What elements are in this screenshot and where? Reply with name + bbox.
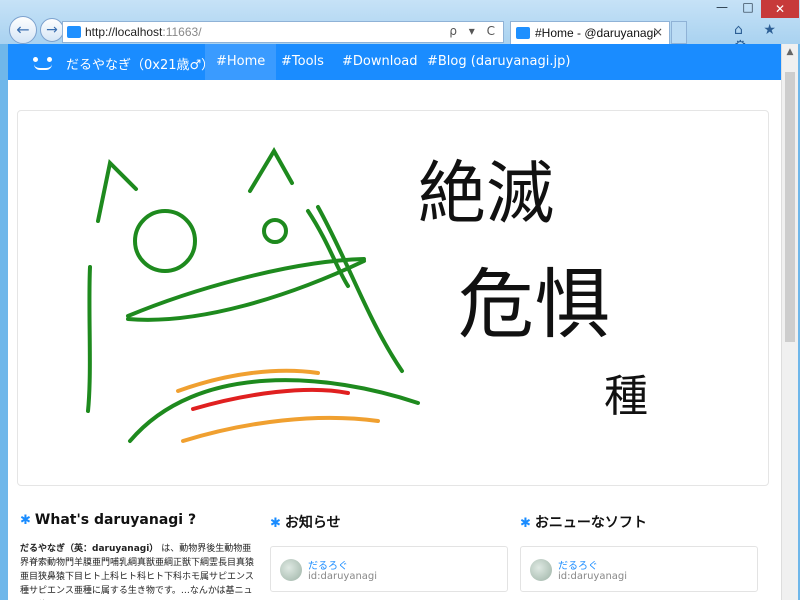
- scroll-up-icon[interactable]: ▲: [782, 44, 798, 60]
- minimize-button[interactable]: —: [709, 0, 735, 18]
- url-port: :11663/: [162, 25, 202, 39]
- brand-logo-icon[interactable]: [30, 52, 56, 72]
- back-button[interactable]: ←: [9, 16, 37, 44]
- nav-home[interactable]: #Home: [205, 44, 277, 80]
- column-title: ✱ What's daruyanagi ?: [20, 512, 197, 528]
- hero-drawing: 絶滅 危惧 種: [86, 147, 648, 443]
- news-card[interactable]: だるろぐ id:daruyanagi: [270, 546, 508, 592]
- url-text[interactable]: http://localhost:11663/: [85, 25, 202, 39]
- site-navbar: だるやなぎ（0x21歳♂） #Home #Tools #Download #Bl…: [8, 44, 781, 80]
- about-text: だるやなぎ（英：daruyanagi） は、動物界後生動物亜界脊索動物門羊膜亜門…: [20, 544, 255, 596]
- tab-close-icon[interactable]: ×: [653, 25, 663, 39]
- card-id: id:daruyanagi: [308, 571, 378, 582]
- asterisk-icon: ✱: [520, 516, 531, 531]
- column-title: ✱ お知らせ: [270, 515, 341, 531]
- brand-name[interactable]: だるやなぎ（0x21歳♂）: [66, 54, 214, 73]
- url-host: http://localhost: [85, 25, 163, 39]
- tab-title: #Home - @daruyanagi: [535, 26, 656, 40]
- address-tools-icon[interactable]: ρ ▾ C: [449, 24, 499, 38]
- browser-tab[interactable]: #Home - @daruyanagi ×: [510, 21, 670, 44]
- avatar[interactable]: [280, 559, 302, 581]
- asterisk-icon: ✱: [270, 516, 281, 531]
- nav-tools[interactable]: #Tools: [270, 44, 335, 80]
- forward-button[interactable]: →: [40, 18, 64, 42]
- asterisk-icon: ✱: [20, 513, 31, 528]
- hero-text-2: 危惧: [458, 260, 610, 349]
- maximize-button[interactable]: □: [735, 0, 761, 18]
- hero-text-3: 種: [604, 371, 648, 422]
- page-viewport: だるやなぎ（0x21歳♂） #Home #Tools #Download #Bl…: [8, 44, 781, 600]
- column-about: ✱ What's daruyanagi ? だるやなぎ（英：daruyanagi）…: [20, 512, 258, 600]
- column-news: ✱ お知らせ だるろぐ id:daruyanagi: [270, 512, 508, 592]
- new-tab-button[interactable]: [671, 21, 687, 44]
- card-name[interactable]: だるろぐ: [558, 557, 598, 572]
- card-id: id:daruyanagi: [558, 571, 628, 582]
- hero-text-1: 絶滅: [418, 155, 554, 234]
- hero-illustration: 絶滅 危惧 種: [17, 110, 769, 486]
- site-favicon-icon: [67, 26, 81, 38]
- column-title: ✱ おニューなソフト: [520, 515, 647, 531]
- column-software: ✱ おニューなソフト だるろぐ id:daruyanagi: [520, 512, 758, 592]
- avatar[interactable]: [530, 559, 552, 581]
- card-name[interactable]: だるろぐ: [308, 557, 348, 572]
- nav-download[interactable]: #Download: [331, 44, 429, 80]
- address-bar[interactable]: http://localhost:11663/ ρ ▾ C: [62, 21, 504, 43]
- software-card[interactable]: だるろぐ id:daruyanagi: [520, 546, 758, 592]
- browser-chrome: ← → http://localhost:11663/ ρ ▾ C #Home …: [0, 0, 800, 54]
- tab-favicon-icon: [516, 27, 530, 39]
- nav-blog[interactable]: #Blog (daruyanagi.jp): [416, 44, 581, 80]
- scroll-thumb[interactable]: [785, 72, 795, 342]
- close-window-button[interactable]: ✕: [761, 0, 799, 18]
- vertical-scrollbar[interactable]: ▲: [781, 44, 798, 600]
